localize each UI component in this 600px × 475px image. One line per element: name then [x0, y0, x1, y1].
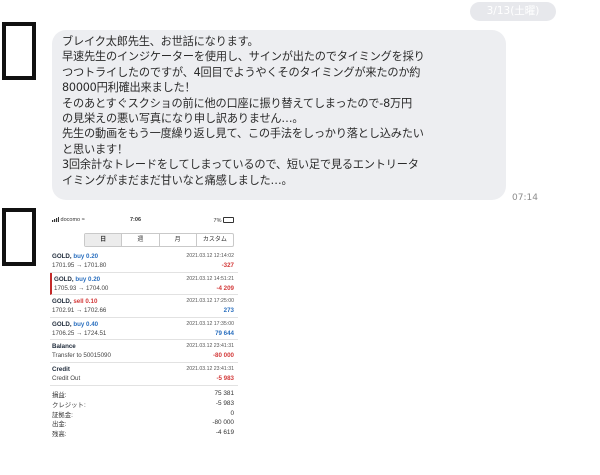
summary-margin: 証拠金: 0: [50, 410, 238, 420]
battery-icon: [223, 217, 234, 223]
tab-month[interactable]: 月: [160, 234, 197, 246]
trade-datetime: 2021.03.12 12:14:02: [186, 253, 234, 259]
trade-history-list: GOLD, buy 0.20 1701.95 → 1701.80 2021.03…: [50, 250, 238, 386]
carrier-name: docomo: [60, 217, 81, 223]
trade-direction: sell 0.10: [73, 298, 98, 306]
trade-symbol: GOLD,: [52, 298, 72, 306]
trade-prices: 1706.25 → 1724.51: [52, 329, 107, 337]
trade-direction: buy 0.20: [73, 253, 99, 260]
summary-label: 証拠金:: [52, 411, 73, 419]
tab-week[interactable]: 週: [122, 234, 160, 246]
trade-row[interactable]: GOLD, sell 0.10 1702.91 → 1702.66 2021.0…: [50, 295, 238, 318]
date-pill: 3/13(土曜): [470, 2, 556, 21]
trade-datetime: 2021.03.12 17:25:00: [186, 298, 234, 305]
trade-row[interactable]: GOLD, buy 0.20 1705.93 → 1704.00 2021.03…: [50, 272, 238, 296]
sender-avatar[interactable]: [2, 208, 36, 266]
credit-label: Credit: [52, 365, 70, 373]
credit-detail: Credit Out: [52, 374, 81, 382]
message-line: 先生の動画をもう一度繰り返し見て、この手法をしっかり落とし込みたい: [62, 127, 424, 141]
message-line: と思います！: [62, 142, 128, 156]
credit-datetime: 2021.03.12 23:41:31: [186, 365, 234, 372]
credit-row[interactable]: Credit Credit Out 2021.03.12 23:41:31 -5…: [50, 363, 238, 386]
summary-label: クレジット:: [52, 401, 86, 409]
trade-profit: 79 644: [215, 329, 234, 337]
summary-value: -5 983: [215, 399, 234, 407]
balance-row[interactable]: Balance Transfer to 50015090 2021.03.12 …: [50, 340, 238, 363]
tab-custom[interactable]: カスタム: [197, 234, 233, 246]
summary-profit: 損益: 75 381: [50, 390, 238, 400]
trade-datetime: 2021.03.12 17:35:00: [186, 320, 234, 327]
trade-profit: -327: [221, 262, 234, 269]
trade-profit: 273: [223, 307, 234, 315]
balance-label: Balance: [52, 343, 76, 351]
tab-day[interactable]: 日: [85, 234, 123, 246]
summary-label: 損益:: [52, 392, 67, 399]
trade-symbol: GOLD,: [54, 275, 74, 283]
summary-value: -80 000: [212, 419, 234, 427]
message-timestamp: 07:14: [512, 193, 538, 203]
summary-balance: 残高: -4 619: [50, 429, 238, 439]
message-line: ブレイク太郎先生、お世話になります。: [62, 35, 259, 48]
summary-value: 0: [230, 409, 234, 417]
trade-symbol: GOLD,: [52, 253, 72, 260]
summary-label: 残高:: [52, 431, 67, 439]
phone-clock: 7:06: [130, 217, 142, 223]
trade-symbol: GOLD,: [52, 320, 72, 328]
trade-prices: 1701.95 → 1701.80: [52, 262, 107, 269]
balance-amount: -80 000: [213, 352, 234, 360]
message-line: そのあとすぐスクショの前に他の口座に振り替えてしまったので-8万円: [62, 96, 413, 110]
trade-datetime: 2021.03.12 14:51:21: [186, 275, 234, 282]
balance-datetime: 2021.03.12 23:41:31: [186, 343, 234, 350]
balance-detail: Transfer to 50015090: [52, 352, 111, 360]
trade-prices: 1705.93 → 1704.00: [54, 284, 109, 292]
message-line: イミングがまだまだ甘いなと痛感しました…。: [62, 173, 293, 187]
summary-label: 出金:: [52, 421, 67, 429]
trade-direction: buy 0.40: [73, 320, 99, 328]
trade-prices: 1702.91 → 1702.66: [52, 307, 107, 315]
summary-credit: クレジット: -5 983: [50, 400, 238, 410]
trade-row[interactable]: GOLD, buy 0.20 1701.95 → 1701.80 2021.03…: [50, 250, 238, 273]
message-line: 早速先生のインジケーターを使用し、サインが出たのでタイミングを採り: [62, 50, 425, 64]
summary-value: -4 619: [215, 429, 234, 437]
credit-amount: -5 983: [216, 374, 234, 382]
period-tabs: 日 週 月 カスタム: [84, 233, 234, 247]
sender-avatar[interactable]: [2, 22, 36, 80]
trade-profit: -4 209: [216, 284, 234, 292]
message-line: つつトライしたのですが、4回目でようやくそのタイミングが来たのか約: [62, 65, 421, 79]
battery-percent: 7%: [213, 218, 222, 224]
battery-indicator: 7%: [214, 217, 234, 224]
message-line: の見栄えの悪い写真になり申し訳ありません…。: [62, 112, 304, 126]
summary-value: 75 381: [214, 390, 234, 397]
trade-row[interactable]: GOLD, buy 0.40 1706.25 → 1724.51 2021.03…: [50, 318, 238, 341]
message-line: 3回余計なトレードをしてしまっているので、短い足で見るエントリータ: [62, 158, 419, 172]
phone-status-bar: docomo ≈ 7:06 7%: [50, 217, 238, 227]
trade-direction: buy 0.20: [75, 275, 101, 283]
account-summary: 損益: 75 381 クレジット: -5 983 証拠金: 0 出金: -80 …: [50, 390, 238, 439]
summary-withdrawal: 出金: -80 000: [50, 419, 238, 429]
attached-screenshot[interactable]: docomo ≈ 7:06 7% 日 週 月 カスタム GOLD, buy 0.…: [50, 213, 238, 449]
message-bubble[interactable]: ブレイク太郎先生、お世話になります。 早速先生のインジケーターを使用し、サインが…: [52, 30, 506, 200]
message-line: 80000円利確出来ました！: [62, 81, 196, 95]
signal-icon: docomo ≈: [52, 217, 85, 223]
